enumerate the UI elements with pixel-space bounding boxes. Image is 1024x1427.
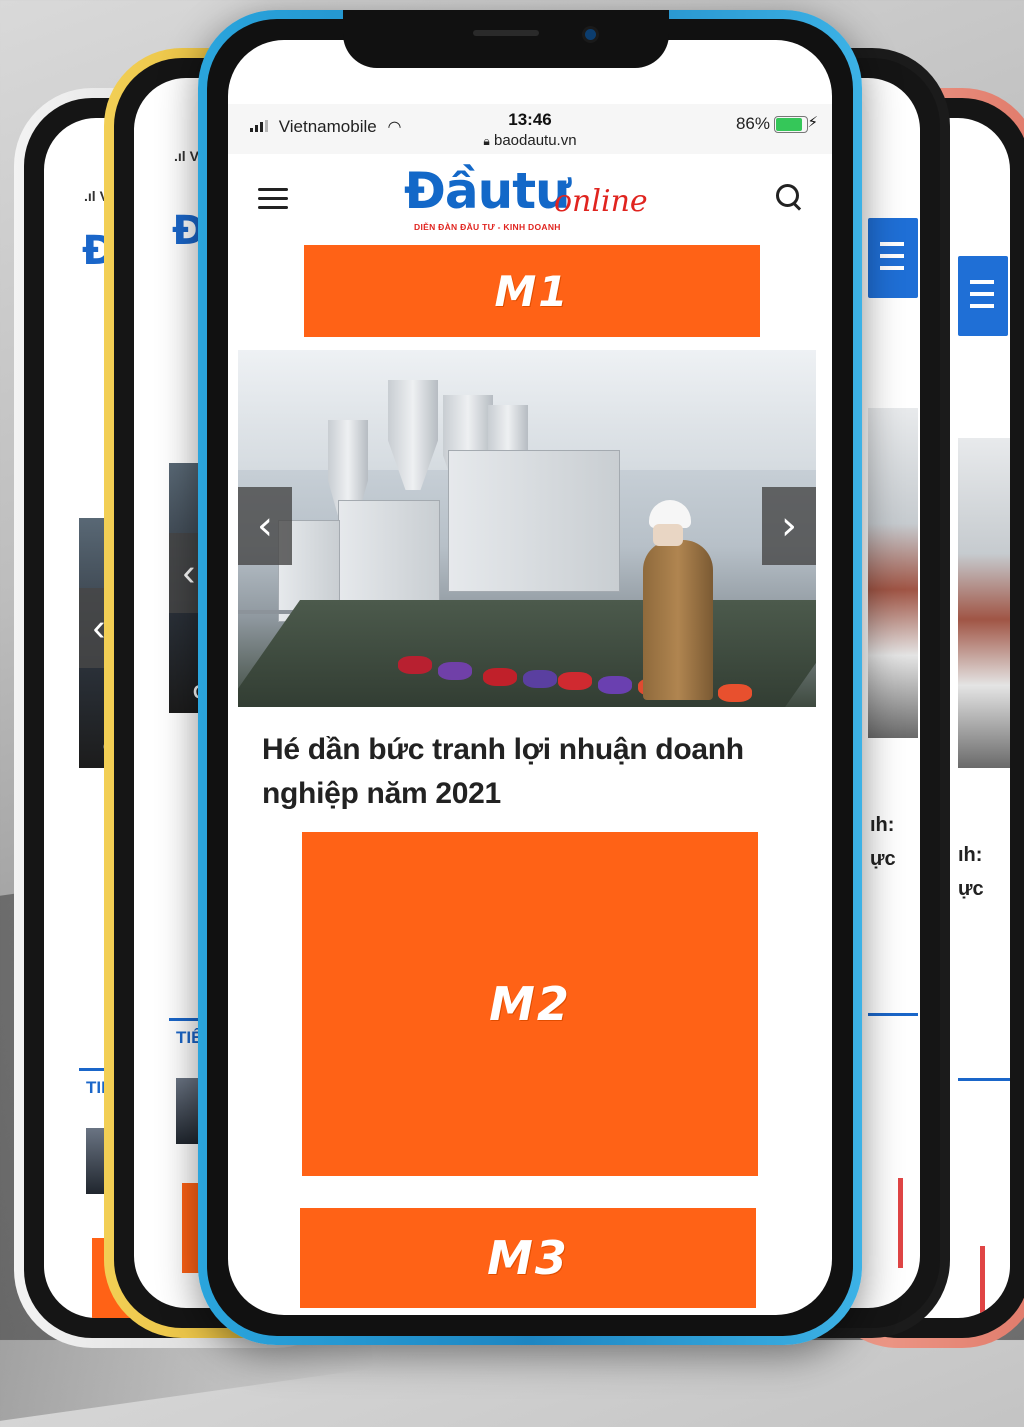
ad-banner-m2[interactable]: M2 (302, 832, 758, 1176)
background-red-bar (898, 1178, 903, 1268)
search-icon[interactable] (776, 184, 804, 212)
address-bar[interactable]: 🔒︎ baodautu.vn (228, 132, 832, 149)
status-bar: Vietnamobile ◠ 13:46 🔒︎ baodautu.vn 86% … (228, 104, 832, 154)
background-article-text: ıh: ực (958, 844, 984, 900)
background-article-text: ıh: ực (870, 814, 896, 870)
menu-icon[interactable] (258, 188, 288, 210)
background-divider (958, 1078, 1010, 1081)
background-status: .ıl V (174, 148, 199, 164)
camera-icon (585, 29, 596, 40)
article-hero-image[interactable]: ‹ › (238, 350, 816, 707)
chevron-right-icon[interactable]: › (762, 487, 816, 565)
ad-banner-m1[interactable]: M1 (304, 245, 760, 337)
background-article-photo (958, 438, 1010, 768)
lock-icon: 🔒︎ (483, 134, 490, 148)
site-logo[interactable]: Đầutư online DIỄN ĐÀN ĐẦU TƯ - KINH DOAN… (404, 162, 648, 232)
background-article-photo (868, 408, 918, 738)
site-header: Đầutư online DIỄN ĐÀN ĐẦU TƯ - KINH DOAN… (228, 154, 832, 242)
background-divider (868, 1013, 918, 1016)
battery-icon (774, 116, 808, 133)
phone-notch (343, 10, 669, 68)
background-red-bar (980, 1246, 985, 1318)
url-text: baodautu.vn (493, 132, 577, 149)
charging-icon: ⚡︎ (807, 114, 818, 131)
ad-banner-m3[interactable]: M3 (300, 1208, 756, 1308)
chevron-left-icon[interactable]: ‹ (238, 487, 292, 565)
phone-screen: Vietnamobile ◠ 13:46 🔒︎ baodautu.vn 86% … (228, 40, 832, 1315)
article-headline[interactable]: Hé dần bức tranh lợi nhuận doanh nghiệp … (262, 728, 802, 816)
battery-percent: 86% (735, 114, 770, 133)
menu-icon (958, 256, 1008, 336)
menu-icon (868, 218, 918, 298)
main-phone: Vietnamobile ◠ 13:46 🔒︎ baodautu.vn 86% … (198, 10, 862, 1345)
